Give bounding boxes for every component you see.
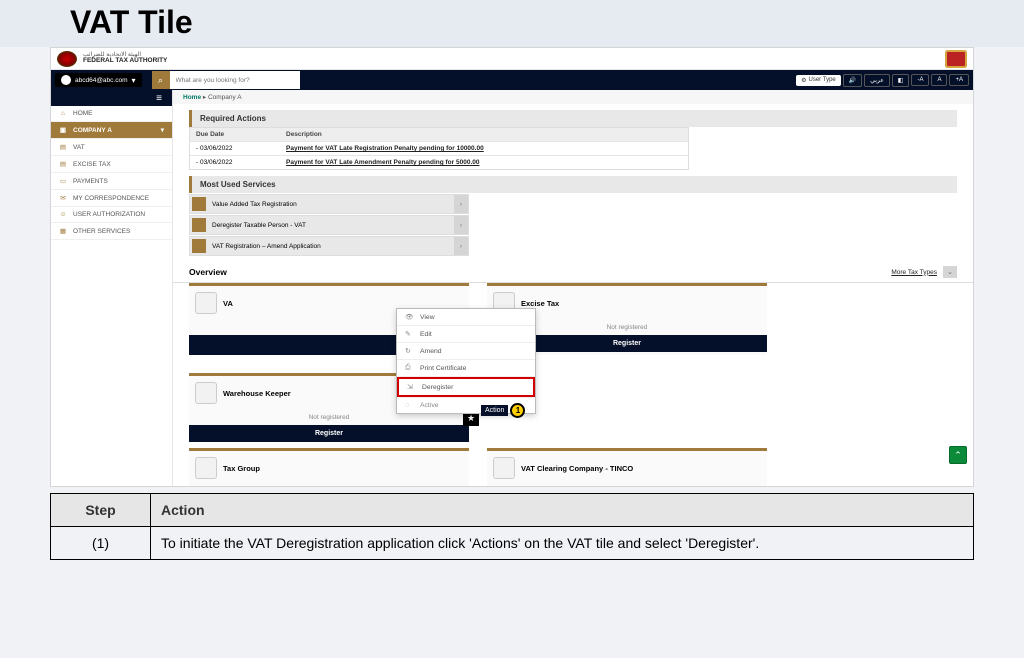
chevron-down-icon: ▾ [161,126,164,134]
user-email: abcd64@abc.com [75,77,128,84]
service-icon [192,197,206,211]
warehouse-tile-icon [195,382,217,404]
left-sidebar: ≡ ⌂HOME ▣COMPANY A▾ ▤VAT ▤EXCISE TAX ▭PA… [51,90,173,486]
breadcrumb: Home ▸ Company A [173,90,973,104]
sidebar-collapse-button[interactable]: ≡ [51,90,172,106]
menu-view[interactable]: 👁View [397,309,535,326]
service-icon [192,218,206,232]
collapse-overview-button[interactable]: ⌄ [943,266,957,278]
step-marker-1: 1 [510,403,525,418]
user-chip[interactable]: abcd64@abc.com ▾ [55,73,142,87]
building-icon: ▣ [59,126,67,134]
tile-actions-menu: 👁View ✎Edit ↻Amend ⎙Print Certificate ⇲D… [396,308,536,414]
search-button[interactable]: ⌕ [152,71,170,89]
pencil-icon: ✎ [405,330,414,338]
pending-payment-link[interactable]: Payment for VAT Late Amendment Penalty p… [286,159,479,166]
grid-icon: ▦ [59,227,67,235]
main-content: Home ▸ Company A Required Actions Due Da… [173,90,973,486]
required-action-row: - 03/06/2022 Payment for VAT Late Amendm… [190,155,688,169]
vat-tile-icon [195,292,217,314]
tile-tinco: VAT Clearing Company - TINCO Not registe… [487,448,767,486]
doc-icon: ▤ [59,143,67,151]
app-screenshot: الهيئة الاتحادية للضرائب FEDERAL TAX AUT… [50,47,974,487]
page-title: VAT Tile [0,0,1024,47]
register-button[interactable]: Register [189,425,469,442]
col-header-step: Step [51,494,151,527]
step-number-cell: (1) [51,527,151,560]
font-default[interactable]: A [931,74,947,86]
col-header-action: Action [151,494,974,527]
services-header: Most Used Services [189,176,957,193]
mail-icon: ✉ [59,194,67,202]
refresh-icon: ↻ [405,347,414,355]
home-icon: ⌂ [59,110,67,117]
required-actions-header: Required Actions [189,110,957,127]
sidebar-item-company[interactable]: ▣COMPANY A▾ [51,122,172,139]
breadcrumb-home-link[interactable]: Home [183,94,201,101]
action-callout: Action 1 [481,403,525,418]
print-icon: ⎙ [405,364,414,372]
menu-edit[interactable]: ✎Edit [397,326,535,343]
actions-label[interactable]: Action [481,405,508,416]
search-icon: ⌕ [158,75,163,86]
required-action-row: - 03/06/2022 Payment for VAT Late Regist… [190,141,688,155]
card-icon: ▭ [59,177,67,185]
service-icon [192,239,206,253]
tax-group-tile-icon [195,457,217,479]
avatar-icon [61,75,71,85]
sidebar-item-other[interactable]: ▦OTHER SERVICES [51,223,172,240]
menu-print-certificate[interactable]: ⎙Print Certificate [397,360,535,377]
language-toggle[interactable]: عربي [864,74,890,87]
user-type-toggle[interactable]: ⚙User Type [796,75,841,86]
sidebar-item-correspondence[interactable]: ✉MY CORRESPONDENCE [51,190,172,207]
chevron-right-icon: › [454,216,468,234]
user-icon: ☺ [59,211,67,218]
service-deregister[interactable]: Deregister Taxable Person - VAT› [189,215,469,235]
step-action-table: Step Action (1) To initiate the VAT Dere… [50,493,974,560]
eye-icon: 👁 [405,313,414,321]
sidebar-item-home[interactable]: ⌂HOME [51,106,172,122]
overview-header: Overview [189,267,227,277]
col-header-due: Due Date [190,128,280,141]
pending-payment-link[interactable]: Payment for VAT Late Registration Penalt… [286,145,484,152]
status-dot-icon: ◌ [405,402,414,409]
tile-tax-group: Tax Group Register [189,448,469,486]
sidebar-item-vat[interactable]: ▤VAT [51,139,172,156]
global-search-input[interactable] [170,71,300,89]
fta-logo-icon [57,51,77,67]
chevron-right-icon: › [454,237,468,255]
step-action-cell: To initiate the VAT Deregistration appli… [151,527,974,560]
contrast-toggle[interactable]: ◧ [892,74,910,87]
sidebar-item-user-auth[interactable]: ☺USER AUTHORIZATION [51,207,172,223]
sidebar-item-payments[interactable]: ▭PAYMENTS [51,173,172,190]
sidebar-item-excise[interactable]: ▤EXCISE TAX [51,156,172,173]
font-decrease[interactable]: -A [911,74,929,86]
tinco-tile-icon [493,457,515,479]
chevron-down-icon: ▾ [132,76,136,85]
agency-name: الهيئة الاتحادية للضرائب FEDERAL TAX AUT… [83,52,167,65]
more-tax-types-link[interactable]: More Tax Types [891,269,937,276]
chevron-right-icon: › [454,195,468,213]
menu-deregister[interactable]: ⇲Deregister [397,377,535,397]
required-actions-table: Due Date Description - 03/06/2022 Paymen… [189,127,689,170]
menu-amend[interactable]: ↻Amend [397,343,535,360]
agency-header: الهيئة الاتحادية للضرائب FEDERAL TAX AUT… [51,48,973,70]
service-amend[interactable]: VAT Registration – Amend Application› [189,236,469,256]
deregister-icon: ⇲ [407,383,416,391]
doc-icon: ▤ [59,160,67,168]
uae-crest-icon [945,50,967,68]
service-vat-registration[interactable]: Value Added Tax Registration› [189,194,469,214]
scroll-to-top-button[interactable]: ⌃ [949,446,967,464]
font-increase[interactable]: +A [949,74,969,86]
col-header-desc: Description [280,128,688,141]
sound-toggle[interactable]: 🔊 [843,74,862,87]
top-dark-bar: abcd64@abc.com ▾ ⌕ ⚙User Type 🔊 عربي ◧ -… [51,70,973,90]
